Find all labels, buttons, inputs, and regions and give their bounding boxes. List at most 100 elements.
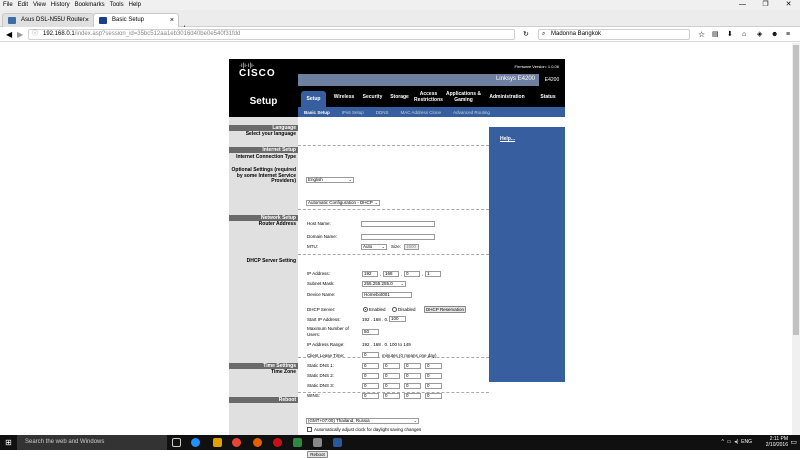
info-icon[interactable]: ⓘ — [32, 30, 38, 39]
back-icon[interactable]: ◀ — [6, 29, 12, 40]
home-icon[interactable]: ⌂ — [742, 29, 746, 40]
dns2-octet-1[interactable]: 0 — [362, 373, 379, 379]
store-icon[interactable] — [313, 438, 322, 447]
battery-icon[interactable]: ▭ — [727, 439, 732, 445]
tab-setup[interactable]: Setup — [301, 91, 326, 107]
pocket-icon[interactable]: ◈ — [757, 29, 762, 40]
firefox-icon[interactable] — [253, 438, 262, 447]
menu-bookmarks[interactable]: Bookmarks — [75, 2, 105, 8]
close-tab-icon[interactable]: × — [85, 14, 89, 27]
dns2-octet-3[interactable]: 0 — [404, 373, 421, 379]
clock[interactable]: 2:11 PM 2/10/2016 — [766, 436, 788, 448]
search-input[interactable]: ⌕ Madonna Bangkok — [538, 29, 690, 40]
dns3-octet-2[interactable]: 0 — [383, 383, 400, 389]
dns1-octet-4[interactable]: 0 — [425, 363, 442, 369]
wins-octet-1[interactable]: 0 — [362, 393, 379, 399]
notifications-icon[interactable]: ▭ — [790, 438, 797, 446]
windows-start-icon[interactable]: ⊞ — [5, 438, 12, 447]
dns1-octet-1[interactable]: 0 — [362, 363, 379, 369]
wins-octet-3[interactable]: 0 — [404, 393, 421, 399]
ip-range-label: IP Address Range: — [307, 342, 345, 347]
edge-icon[interactable] — [191, 438, 200, 447]
chrome-icon[interactable] — [232, 438, 241, 447]
dns1-octet-3[interactable]: 0 — [404, 363, 421, 369]
daylight-saving-checkbox[interactable] — [307, 427, 312, 432]
host-name-label: Host Name: — [307, 221, 331, 226]
word-icon[interactable] — [333, 438, 342, 447]
subtab-basic-setup[interactable]: Basic Setup — [298, 110, 336, 115]
lang-indicator[interactable]: ENG — [741, 439, 752, 445]
hamburger-menu-icon[interactable]: ≡ — [786, 29, 790, 40]
mtu-size-input[interactable]: 1500 — [404, 244, 419, 250]
volume-icon[interactable]: ◂) — [734, 439, 738, 445]
ip-octet-1[interactable]: 192 — [362, 271, 378, 277]
tab-asus[interactable]: Asus DSL-N55U Router Wi... × — [2, 13, 94, 36]
dhcp-enabled-radio[interactable] — [363, 307, 368, 312]
reading-list-icon[interactable]: ▤ — [712, 29, 719, 40]
menu-history[interactable]: History — [51, 2, 70, 8]
connection-type-select[interactable]: Automatic Configuration - DHCP ⌄ — [306, 200, 380, 206]
close-icon[interactable]: ✕ — [777, 0, 800, 10]
dhcp-disabled-radio[interactable] — [392, 307, 397, 312]
help-link[interactable]: Help... — [500, 136, 515, 142]
max-users-input[interactable]: 50 — [362, 329, 379, 335]
file-explorer-icon[interactable] — [213, 438, 222, 447]
wins-octet-4[interactable]: 0 — [425, 393, 442, 399]
dns3-octet-1[interactable]: 0 — [362, 383, 379, 389]
restore-icon[interactable]: ❐ — [754, 0, 777, 10]
dns2-octet-4[interactable]: 0 — [425, 373, 442, 379]
subnet-mask-select[interactable]: 255.255.255.0 ⌄ — [362, 281, 406, 287]
chevron-up-icon[interactable]: ^ — [722, 439, 724, 445]
menu-file[interactable]: File — [3, 2, 13, 8]
router-sub-tabs: Basic Setup IPv6 Setup DDNS MAC Address … — [298, 107, 565, 117]
mtu-select[interactable]: Auto ⌄ — [361, 244, 387, 250]
tab-applications-gaming[interactable]: Applications & Gaming — [444, 86, 483, 107]
scrollbar-thumb[interactable] — [793, 45, 799, 335]
app-icon[interactable] — [293, 438, 302, 447]
subtab-ipv6-setup[interactable]: IPv6 Setup — [336, 110, 370, 115]
tab-security[interactable]: Security — [359, 86, 386, 107]
dns2-octet-2[interactable]: 0 — [383, 373, 400, 379]
reboot-button[interactable]: Reboot — [307, 451, 328, 458]
minimize-icon[interactable]: — — [731, 0, 754, 10]
close-tab-icon[interactable]: × — [170, 14, 174, 27]
menu-help[interactable]: Help — [129, 2, 141, 8]
dhcp-reservation-button[interactable]: DHCP Reservation — [424, 306, 466, 313]
page-scrollbar[interactable] — [792, 43, 800, 435]
task-view-icon[interactable] — [172, 438, 181, 447]
tab-wireless[interactable]: Wireless — [329, 86, 359, 107]
tab-basic-setup[interactable]: Basic Setup × — [93, 13, 179, 27]
subtab-advanced-routing[interactable]: Advanced Routing — [447, 110, 496, 115]
language-select[interactable]: English ⌄ — [306, 177, 354, 183]
tab-status[interactable]: Status — [531, 86, 565, 107]
ip-octet-2[interactable]: 168 — [383, 271, 399, 277]
start-ip-last-input[interactable]: 100 — [389, 316, 406, 322]
menu-edit[interactable]: Edit — [18, 2, 28, 8]
lease-time-input[interactable]: 0 — [362, 352, 379, 358]
bookmark-star-icon[interactable]: ☆ — [698, 29, 705, 40]
url-bar[interactable]: ⓘ 192.168.0.1/index.asp?session_id=35bc5… — [28, 29, 515, 40]
download-icon[interactable]: ⬇ — [727, 29, 733, 40]
time-zone-select[interactable]: (GMT+07:00) Thailand, Russia ⌄ — [306, 418, 419, 424]
dns1-octet-2[interactable]: 0 — [383, 363, 400, 369]
device-name-input[interactable]: Homebot001 — [362, 292, 412, 298]
opera-icon[interactable] — [273, 438, 282, 447]
reload-icon[interactable]: ↻ — [523, 29, 529, 40]
menu-tools[interactable]: Tools — [110, 2, 124, 8]
tab-administration[interactable]: Administration — [483, 86, 531, 107]
menu-view[interactable]: View — [33, 2, 46, 8]
tab-storage[interactable]: Storage — [386, 86, 413, 107]
ip-octet-3[interactable]: 0 — [404, 271, 420, 277]
host-name-input[interactable] — [361, 221, 435, 227]
forward-icon[interactable]: ▶ — [17, 29, 23, 40]
taskbar-search[interactable]: Search the web and Windows — [17, 435, 167, 450]
dns3-octet-4[interactable]: 0 — [425, 383, 442, 389]
subtab-mac-clone[interactable]: MAC Address Clone — [395, 110, 448, 115]
tab-access-restrictions[interactable]: Access Restrictions — [413, 86, 444, 107]
domain-name-input[interactable] — [361, 234, 435, 240]
wins-octet-2[interactable]: 0 — [383, 393, 400, 399]
ip-octet-4[interactable]: 1 — [425, 271, 441, 277]
subtab-ddns[interactable]: DDNS — [370, 110, 395, 115]
account-icon[interactable]: ☻ — [771, 29, 778, 40]
dns3-octet-3[interactable]: 0 — [404, 383, 421, 389]
